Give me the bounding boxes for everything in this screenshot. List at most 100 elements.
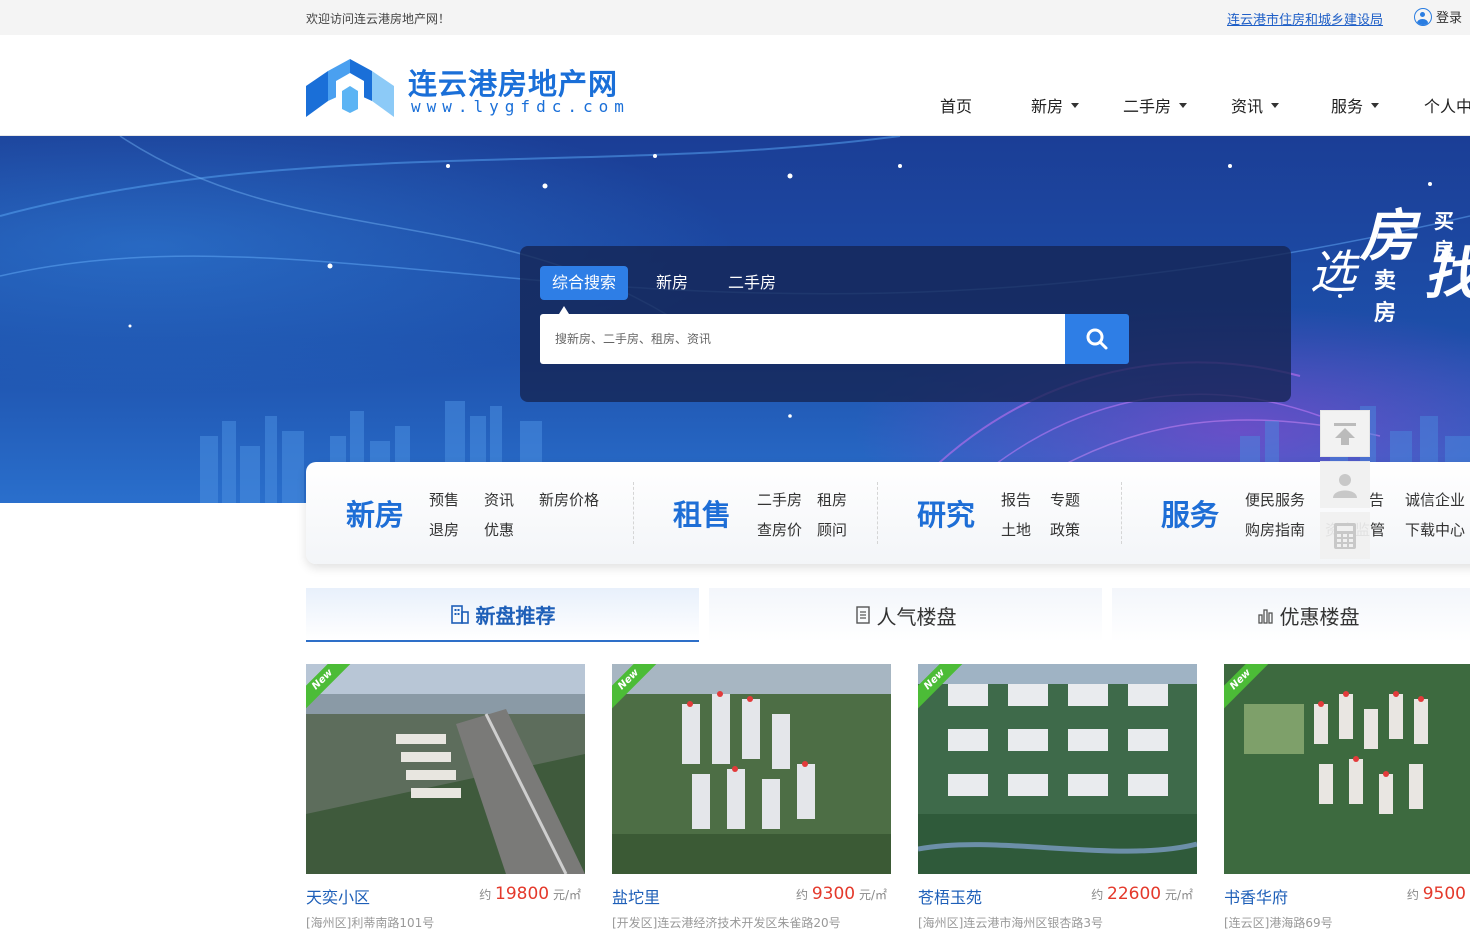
price-value: 22600 [1107,884,1162,904]
chevron-down-icon [1179,102,1188,108]
category-link[interactable]: 报告 [1001,489,1031,510]
search-tab-new-house[interactable]: 新房 [644,266,700,300]
search-button[interactable] [1065,314,1129,364]
category-link[interactable]: 租房 [817,489,847,510]
listing-name[interactable]: 苍梧玉苑 [918,884,982,908]
listing-price: 约 22600 元/㎡ [1091,884,1193,904]
nav-label: 二手房 [1123,97,1172,116]
category-link[interactable]: 下载中心 [1405,519,1465,540]
category-divider [1121,482,1122,544]
building-icon [450,605,469,624]
nav-label: 资讯 [1231,97,1264,116]
tab-label: 优惠楼盘 [1279,604,1360,629]
gov-bureau-link[interactable]: 连云港市住房和城乡建设局 [1227,9,1383,28]
tab-label: 人气楼盘 [876,604,957,629]
listing-card[interactable]: New 盐坨里 约 9300 元/㎡ [开发区]连云港经济技术开发区朱雀路20号 [612,664,891,930]
slogan-char: 找 [1424,229,1470,310]
listing-image[interactable]: New [1224,664,1470,874]
tab-label: 新盘推荐 [475,603,556,628]
nav-label: 服务 [1331,97,1364,116]
user-center-button[interactable] [1320,461,1370,508]
listing-price: 约 9300 元/㎡ [796,884,887,904]
listing-price: 约 9500 [1407,884,1466,904]
price-prefix: 约 [796,888,809,902]
logo-subtitle: www.lygfdc.com [411,97,630,116]
listing-name[interactable]: 天奕小区 [306,884,370,908]
nav-second-hand[interactable]: 二手房 [1123,93,1188,117]
nav-home[interactable]: 首页 [940,93,972,117]
listing-name[interactable]: 盐坨里 [612,884,660,908]
chevron-down-icon [1271,102,1280,108]
category-link[interactable]: 预售 [429,489,459,510]
category-title-new-house[interactable]: 新房 [346,492,404,534]
listing-card[interactable]: New 天奕小区 约 19800 元/㎡ [海州区]利蒂南路101号 [306,664,585,930]
search-input[interactable] [540,314,1065,364]
nav-label: 个人中 [1424,97,1470,116]
chevron-down-icon [1371,102,1380,108]
tab-popular[interactable]: 人气楼盘 [709,588,1102,642]
slogan-text: 卖房 [1374,269,1397,326]
back-to-top-button[interactable] [1320,410,1370,457]
category-link[interactable]: 优惠 [484,519,514,540]
price-prefix: 约 [479,888,492,902]
price-unit: 元/㎡ [858,888,887,902]
calculator-button[interactable] [1320,512,1370,559]
chevron-down-icon [1071,102,1080,108]
slogan-char: 房 [1360,203,1416,269]
document-icon [855,606,870,624]
category-link[interactable]: 土地 [1001,519,1031,540]
price-value: 9300 [811,884,856,904]
login-label: 登录 [1436,11,1463,26]
listing-image[interactable]: New [306,664,585,874]
floating-toolbar [1320,410,1370,559]
category-bar: 新房 预售 资讯 新房价格 退房 优惠 租售 二手房 租房 查房价 顾问 研究 … [306,462,1470,564]
tab-new-recommend[interactable]: 新盘推荐 [306,588,699,642]
search-tab-second-hand[interactable]: 二手房 [716,266,788,300]
price-prefix: 约 [1406,888,1419,902]
category-link[interactable]: 诚信企业 [1405,489,1465,510]
nav-label: 首页 [940,97,973,116]
category-link[interactable]: 专题 [1050,489,1080,510]
price-unit: 元/㎡ [552,888,581,902]
category-link[interactable]: 二手房 [757,489,802,510]
category-link[interactable]: 新房价格 [539,489,599,510]
listing-image[interactable]: New [918,664,1197,874]
tab-pointer-icon [559,306,569,314]
back-to-top-icon [1334,422,1356,445]
category-link[interactable]: 顾问 [817,519,847,540]
category-divider [877,482,878,544]
nav-new-house[interactable]: 新房 [1031,93,1080,117]
nav-label: 新房 [1031,97,1064,116]
category-title-research[interactable]: 研究 [917,492,975,534]
category-divider [633,482,634,544]
category-title-service[interactable]: 服务 [1161,492,1219,534]
price-value: 19800 [495,884,550,904]
nav-news[interactable]: 资讯 [1231,93,1280,117]
nav-services[interactable]: 服务 [1331,93,1380,117]
user-icon [1414,7,1432,26]
listing-name[interactable]: 书香华府 [1224,884,1288,908]
category-link[interactable]: 购房指南 [1245,519,1305,540]
listing-price: 约 19800 元/㎡ [479,884,581,904]
price-unit: 元/㎡ [1164,888,1193,902]
user-icon [1333,473,1357,498]
category-link[interactable]: 便民服务 [1245,489,1305,510]
top-bar: 欢迎访问连云港房地产网！ 连云港市住房和城乡建设局 登录 [0,0,1470,35]
welcome-text: 欢迎访问连云港房地产网！ [306,12,451,26]
category-link[interactable]: 告 [1369,489,1384,510]
nav-personal-center[interactable]: 个人中 [1424,93,1470,117]
listing-card[interactable]: New 书香华府 约 9500 [连云区]港海路69号 [1224,664,1470,930]
listing-card[interactable]: New 苍梧玉苑 约 22600 元/㎡ [海州区]连云港市海州区银杏路3号 [918,664,1197,930]
category-link[interactable]: 退房 [429,519,459,540]
login-button[interactable]: 登录 [1414,7,1462,26]
logo-icon[interactable] [306,51,396,125]
category-title-rent-sale[interactable]: 租售 [673,492,731,534]
tab-discount[interactable]: 优惠楼盘 [1112,588,1470,642]
listing-image[interactable]: New [612,664,891,874]
calculator-icon [1334,522,1356,549]
price-prefix: 约 [1091,888,1104,902]
category-link[interactable]: 查房价 [757,519,802,540]
category-link[interactable]: 政策 [1050,519,1080,540]
search-tab-all[interactable]: 综合搜索 [540,266,629,300]
category-link[interactable]: 资讯 [484,489,514,510]
